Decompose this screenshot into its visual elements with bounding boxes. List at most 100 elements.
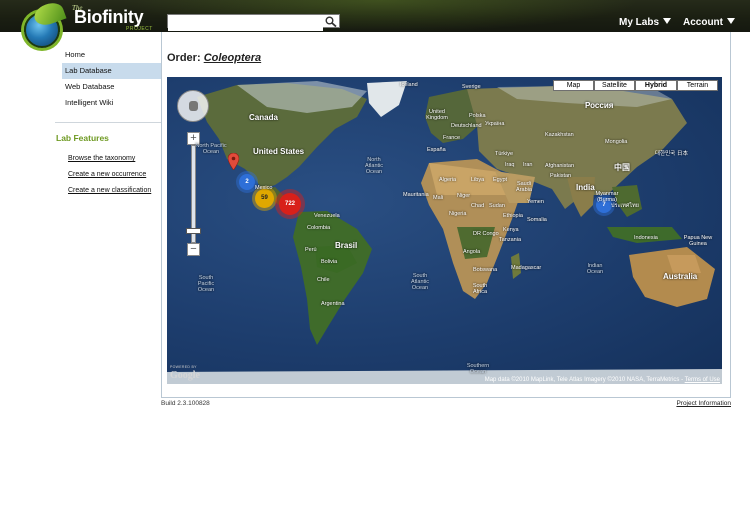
ocean-label-south-pacific: South Pacific Ocean [197,275,215,293]
map-type-terrain[interactable]: Terrain [677,80,718,91]
sidebar-item-lab-database[interactable]: Lab Database [62,63,161,79]
map-label-colombia: Colombia [307,225,331,231]
account-menu[interactable]: Account [683,17,735,28]
map-label-chile: Chile [317,277,330,283]
map-label-mali: Mali [433,195,444,201]
map-label-kenya: Kenya [503,227,519,233]
ocean-label-north-pacific: North Pacific Ocean [195,143,227,155]
map-label-tanzania: Tanzania [499,237,522,243]
taxon-link[interactable]: Coleoptera [204,52,261,64]
google-logo[interactable]: Google [170,370,200,381]
my-labs-menu[interactable]: My Labs [619,17,672,28]
caret-down-icon [727,18,735,24]
ocean-label-north-atlantic: North Atlantic Ocean [364,157,384,175]
lab-features-title: Lab Features [56,133,109,143]
map-label-niger: Niger [457,193,471,199]
map-label-kazakhstan: Kazakhstan [545,132,574,138]
map-label-brasil: Brasil [335,241,358,250]
map-label-india: India [576,183,595,192]
project-information-link[interactable]: Project Information [676,400,731,407]
map-label-mauritania: Mauritania [403,192,429,198]
search-icon[interactable] [325,16,337,27]
map-label-myanmar: Myanmar (Burma) [595,191,619,203]
ocean-label-southern: Southern Ocean [466,363,490,375]
map-label-peru: Perú [305,247,317,253]
map-label-afghanistan: Afghanistan [545,163,575,169]
map-label-mexico: Mexico [255,185,273,191]
map-label-iran: Iran [523,162,533,168]
map-label-iraq: Iraq [505,162,515,168]
map-label-botswana: Botswana [473,267,498,273]
logo-name: Biofinity [74,7,144,27]
map-label-egypt: Egypt [493,177,508,183]
map-label-russia: Россия [585,101,614,110]
map-label-thailand: ประเทศไทย [611,203,640,209]
cluster-marker[interactable]: 722 [279,193,301,215]
map-label-iceland: Iceland [400,82,418,88]
map-label-united-states: United States [253,147,305,156]
sidebar-nav: Home Lab Database Web Database Intellige… [62,47,161,111]
biofinity-logo[interactable]: The Biofinity PROJECT [22,0,162,52]
title-prefix: Order: [167,52,201,64]
map-label-south-africa: South Africa [472,283,488,295]
map-label-sweden: Sverige [462,84,481,90]
sidebar-item-web-database[interactable]: Web Database [62,79,161,95]
map-type-hybrid[interactable]: Hybrid [635,80,677,91]
hand-icon [189,101,198,111]
zoom-out-button[interactable]: − [187,243,200,256]
world-map[interactable]: Map Satellite Hybrid Terrain + − 2 59 72… [167,77,722,384]
map-label-korea: 대한민국 [655,151,676,157]
map-label-algeria: Algeria [439,177,457,183]
create-classification-link[interactable]: Create a new classification [68,187,151,194]
cluster-marker[interactable]: 59 [255,189,274,208]
search-input[interactable] [168,19,323,31]
map-label-yemen: Yemen [527,199,544,205]
map-label-pakistan: Pakistan [550,173,572,179]
map-label-indonesia: Indonesia [634,235,658,241]
map-label-sudan: Sudan [489,203,505,209]
map-label-madagascar: Madagascar [511,265,542,271]
zoom-slider-thumb[interactable] [186,228,201,234]
account-label: Account [683,17,723,28]
ocean-label-indian: Indian Ocean [586,263,604,275]
sidebar-divider [55,122,161,123]
my-labs-label: My Labs [619,17,660,28]
pan-control[interactable] [177,90,209,122]
app-window: The Biofinity PROJECT My Labs Account Ho… [0,0,750,526]
map-label-ethiopia: Ethiopia [503,213,523,219]
browse-taxonomy-link[interactable]: Browse the taxonomy [68,155,135,162]
map-label-canada: Canada [249,113,278,122]
map-label-mongolia: Mongolia [605,139,628,145]
cluster-marker[interactable]: 2 [239,174,255,190]
map-label-libya: Libya [471,177,485,183]
map-label-france: France [443,135,461,141]
logo-sub: PROJECT [126,26,153,32]
search-box [167,14,340,31]
map-attribution: Map data ©2010 MapLink, Tele Atlas Image… [485,377,720,383]
map-label-polska: Polska [469,113,486,119]
map-label-angola: Angola [463,249,481,255]
attribution-text: Map data ©2010 MapLink, Tele Atlas Image… [484,377,685,383]
map-label-united-kingdom: United Kingdom [426,109,448,121]
map-label-dr-congo: DR Congo [473,231,499,237]
map-pin-icon[interactable] [228,153,239,170]
terms-of-use-link[interactable]: Terms of Use [685,377,720,383]
caret-down-icon [663,18,672,24]
map-type-map[interactable]: Map [553,80,594,91]
top-bar: The Biofinity PROJECT My Labs Account [0,0,750,48]
map-label-turkey: Türkiye [495,151,514,157]
ocean-label-south-atlantic: South Atlantic Ocean [410,273,430,291]
map-type-satellite[interactable]: Satellite [594,80,635,91]
page-title: Order: Coleoptera [167,52,261,64]
map-label-argentina: Argentina [321,301,345,307]
map-label-japan: 日本 [677,151,689,157]
world-map-imagery [167,81,722,384]
map-label-espana: España [427,147,446,153]
map-label-venezuela: Venezuela [314,213,340,219]
map-label-papua-new-guinea: Papua New Guinea [683,235,713,247]
sidebar-item-intelligent-wiki[interactable]: Intelligent Wiki [62,95,161,111]
map-label-australia: Australia [663,272,698,281]
map-label-somalia: Somalia [527,217,547,223]
create-occurrence-link[interactable]: Create a new occurrence [68,171,146,178]
sidebar-item-home[interactable]: Home [62,47,161,63]
